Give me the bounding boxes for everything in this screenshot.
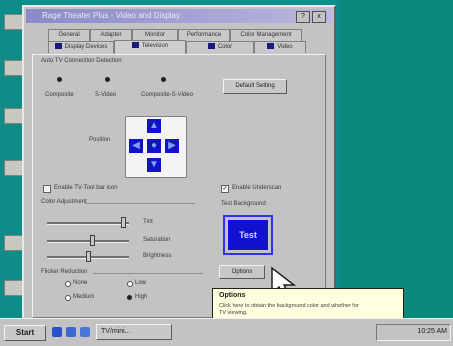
background-window <box>340 0 453 318</box>
title-bar[interactable]: Rage Theater Plus - Video and Display ? … <box>26 9 332 23</box>
desktop-icon-folder[interactable] <box>4 160 24 176</box>
ati-icon <box>267 43 275 50</box>
tab-label: Display Devices <box>64 44 108 50</box>
underscan-checkbox[interactable]: ✓ <box>221 185 229 193</box>
color-adjustment-label: Color Adjustment <box>41 199 87 205</box>
clock[interactable]: 10:25 AM <box>417 328 447 335</box>
desktop-icon-drive[interactable] <box>4 280 24 296</box>
desktop-icon-shortcut[interactable] <box>4 235 24 251</box>
tv-detection-label: Auto TV Connection Detection <box>41 58 122 64</box>
saturation-slider-thumb[interactable] <box>89 235 95 246</box>
default-setting-button[interactable]: Default Setting <box>223 79 287 94</box>
position-label: Position <box>89 137 111 143</box>
radio-flicker-none[interactable] <box>65 281 71 287</box>
test-swatch-text: Test <box>239 230 257 240</box>
desktop-icon-network[interactable] <box>4 60 24 76</box>
color-adjustment-divider <box>85 203 195 204</box>
brightness-label: Brightness <box>143 253 172 259</box>
desktop-icon-recycle-bin[interactable] <box>4 108 24 124</box>
position-right-arrow[interactable]: ▶ <box>165 139 179 153</box>
saturation-label: Saturation <box>143 237 171 243</box>
tooltip-title: Options <box>219 292 246 299</box>
system-tray: 10:25 AM <box>376 324 451 341</box>
help-button[interactable]: ? <box>296 11 310 23</box>
tab-label: Video <box>277 44 293 50</box>
test-background-label: Test Background <box>221 201 266 207</box>
tab-color-management[interactable]: Color Management <box>230 29 302 41</box>
flicker-divider <box>93 273 203 274</box>
taskbar: Start TV/mini... 10:25 AM <box>0 318 453 346</box>
options-button[interactable]: Options <box>219 265 265 279</box>
desktop-icon-my-computer[interactable] <box>4 14 24 30</box>
radio-flicker-none-label: None <box>73 280 88 286</box>
tab-label: Television <box>141 43 169 49</box>
tab-display-devices[interactable]: Display Devices <box>48 41 114 53</box>
radio-flicker-high[interactable] <box>127 295 132 300</box>
tv-toolbar-checkbox-label: Enable TV-Tool bar icon <box>54 185 118 191</box>
tab-video[interactable]: Video <box>254 41 306 53</box>
radio-flicker-medium[interactable] <box>65 295 71 301</box>
position-center[interactable]: ● <box>147 139 161 153</box>
radio-svideo-label: S-Video <box>95 92 117 98</box>
tint-slider-thumb[interactable] <box>121 217 127 228</box>
radio-flicker-medium-label: Medium <box>73 294 95 300</box>
tint-slider-track[interactable] <box>47 222 129 225</box>
saturation-slider-track[interactable] <box>47 240 129 243</box>
tint-label: Tint <box>143 219 153 225</box>
radio-composite-label: Composite <box>45 92 74 98</box>
close-button[interactable]: x <box>312 11 326 23</box>
ati-icon <box>54 43 62 50</box>
position-left-arrow[interactable]: ◀ <box>129 139 143 153</box>
radio-composite-svideo[interactable] <box>161 77 166 82</box>
ati-icon <box>207 43 215 50</box>
radio-flicker-low-label: Low <box>135 280 147 286</box>
tooltip-body: Click here to obtain the background colo… <box>219 303 359 316</box>
task-button-tvmini[interactable]: TV/mini... <box>96 324 172 340</box>
tab-television[interactable]: Television <box>114 40 186 54</box>
position-up-arrow[interactable]: ▲ <box>147 119 161 133</box>
quicklaunch-icon-channels[interactable] <box>80 327 90 337</box>
ati-icon <box>131 42 139 49</box>
window-title: Rage Theater Plus - Video and Display <box>42 11 181 20</box>
quicklaunch-icon-ie[interactable] <box>52 327 62 337</box>
radio-svideo[interactable] <box>105 77 110 82</box>
tab-color[interactable]: Color <box>186 41 254 53</box>
start-button[interactable]: Start <box>4 325 46 341</box>
tab-label: Color <box>217 44 233 50</box>
quicklaunch-icon-desktop[interactable] <box>66 327 76 337</box>
flicker-reduction-label: Flicker Reduction <box>41 269 88 275</box>
tv-toolbar-checkbox[interactable] <box>43 185 51 193</box>
start-label: Start <box>15 328 35 337</box>
radio-composite-svideo-label: Composite-S-Video <box>141 92 193 98</box>
tab-general[interactable]: General <box>48 29 90 41</box>
test-swatch: Test <box>223 215 273 255</box>
radio-flicker-low[interactable] <box>127 281 133 287</box>
brightness-slider-thumb[interactable] <box>86 251 91 262</box>
underscan-checkbox-label: Enable Underscan <box>232 185 282 191</box>
radio-composite[interactable] <box>57 77 62 82</box>
radio-flicker-high-label: High <box>135 294 148 300</box>
position-down-arrow[interactable]: ▼ <box>147 158 161 172</box>
